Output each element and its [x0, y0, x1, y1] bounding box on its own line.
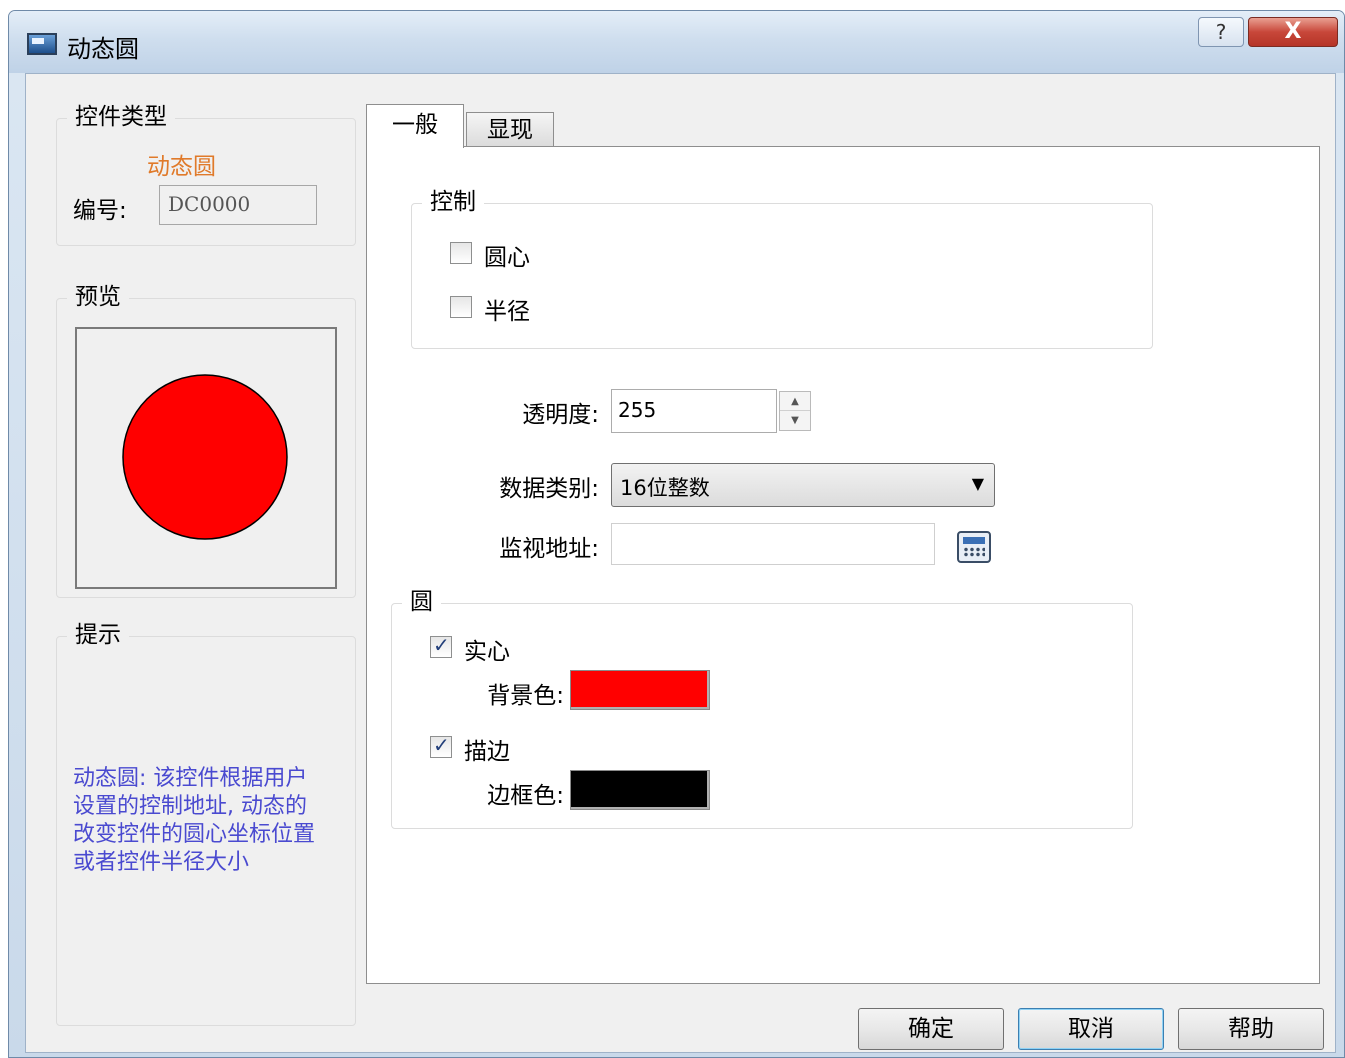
spin-down-icon[interactable]: ▼ [780, 411, 810, 430]
dialog-window: 动态圆 ? X 控件类型 动态圆 编号: DC0000 预览 提示 动态圆: 该… [8, 10, 1345, 1058]
radius-checkbox[interactable] [450, 296, 472, 318]
control-group-title: 控制 [422, 188, 484, 216]
control-type-title: 控件类型 [67, 103, 175, 131]
data-type-select[interactable]: 16位整数 ▼ [611, 463, 995, 507]
tip-group: 提示 动态圆: 该控件根据用户设置的控制地址, 动态的改变控件的圆心坐标位置或者… [56, 621, 356, 1026]
data-type-value: 16位整数 [620, 476, 710, 500]
background-color-label: 背景色: [487, 683, 564, 709]
radius-label: 半径 [484, 299, 530, 325]
center-checkbox[interactable] [450, 242, 472, 264]
window-icon [27, 33, 57, 55]
close-icon[interactable]: X [1248, 17, 1338, 47]
chevron-down-icon: ▼ [971, 474, 984, 493]
data-type-label: 数据类别: [499, 476, 599, 502]
tab-display[interactable]: 显现 [466, 112, 554, 146]
preview-title: 预览 [67, 283, 129, 311]
help-button[interactable]: 帮助 [1178, 1008, 1324, 1050]
tip-text: 动态圆: 该控件根据用户设置的控制地址, 动态的改变控件的圆心坐标位置或者控件半… [73, 766, 316, 875]
background-color-swatch[interactable] [570, 670, 710, 710]
border-color-label: 边框色: [487, 783, 564, 809]
solid-checkbox[interactable] [430, 633, 452, 658]
spin-up-icon[interactable]: ▲ [780, 392, 810, 411]
id-field: DC0000 [159, 185, 317, 225]
tab-general[interactable]: 一般 [366, 104, 464, 148]
opacity-label: 透明度: [522, 402, 599, 428]
help-icon[interactable]: ? [1198, 17, 1244, 47]
circle-group-title: 圆 [402, 588, 441, 616]
cancel-button[interactable]: 取消 [1018, 1008, 1164, 1050]
circle-group: 圆 实心 背景色: 描边 边框色: [391, 588, 1133, 829]
preview-group: 预览 [56, 283, 356, 598]
dialog-client: 控件类型 动态圆 编号: DC0000 预览 提示 动态圆: 该控件根据用户设置… [25, 73, 1336, 1053]
calculator-icon[interactable] [957, 531, 991, 563]
title-bar[interactable]: 动态圆 ? X [9, 11, 1344, 73]
control-group: 控制 圆心 半径 [411, 188, 1153, 349]
monitor-address-label: 监视地址: [499, 536, 599, 562]
opacity-spinner[interactable]: ▲ ▼ [779, 391, 811, 431]
control-type-group: 控件类型 动态圆 编号: DC0000 [56, 103, 356, 246]
control-type-name: 动态圆 [147, 154, 216, 180]
preview-canvas [75, 327, 337, 589]
monitor-address-input[interactable] [611, 523, 935, 565]
window-title: 动态圆 [67, 35, 139, 63]
preview-svg [122, 374, 288, 540]
ok-button[interactable]: 确定 [858, 1008, 1004, 1050]
preview-circle [122, 374, 288, 540]
center-label: 圆心 [484, 245, 530, 271]
border-color-swatch[interactable] [570, 770, 710, 810]
opacity-input[interactable]: 255 [611, 389, 777, 433]
tip-title: 提示 [67, 621, 129, 649]
stroke-checkbox[interactable] [430, 733, 452, 758]
tab-panel-general: 控制 圆心 半径 透明度: 255 ▲ ▼ 数据类别: 16位整数 ▼ 监视地址… [366, 146, 1320, 984]
id-label: 编号: [73, 198, 127, 224]
stroke-label: 描边 [464, 739, 510, 765]
solid-label: 实心 [464, 639, 510, 665]
